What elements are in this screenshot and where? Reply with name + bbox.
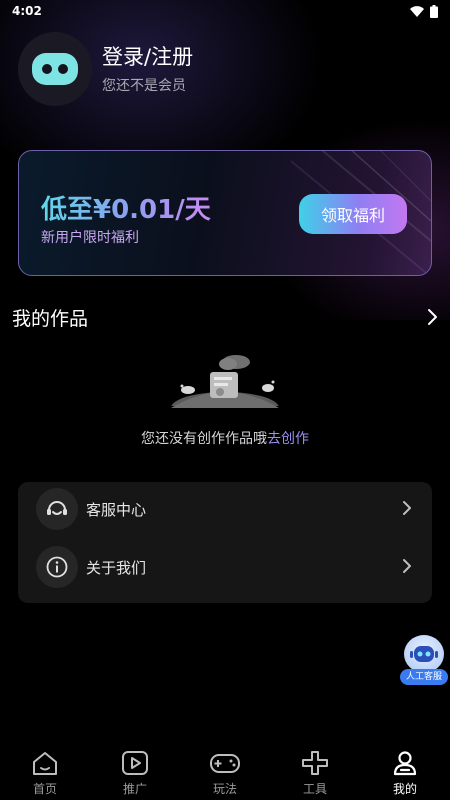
profile-text: 登录/注册 您还不是会员 — [102, 43, 193, 95]
avatar[interactable] — [18, 32, 92, 106]
home-icon — [33, 752, 57, 775]
promo-banner[interactable]: 低至¥0.01/天 新用户限时福利 领取福利 — [18, 150, 432, 276]
tab-home[interactable]: 首页 — [0, 746, 90, 800]
my-works-header[interactable]: 我的作品 — [12, 302, 438, 332]
promo-subtitle: 新用户限时福利 — [41, 230, 139, 246]
tab-promote[interactable]: 推广 — [90, 746, 180, 800]
empty-works-text: 您还没有创作作品哦 — [141, 431, 267, 447]
play-icon — [122, 751, 148, 775]
battery-icon — [430, 4, 438, 18]
tab-label-promote: 推广 — [122, 782, 147, 796]
go-create-link[interactable]: 去创作 — [267, 431, 309, 447]
bottom-tab-bar: 首页 推广 玩法 工具 我的 — [0, 746, 450, 800]
floating-customer-service-button[interactable]: 人工客服 — [400, 635, 448, 687]
wifi-icon — [410, 5, 424, 17]
promo-price: 低至¥0.01/天 — [41, 189, 211, 226]
tab-label-gameplay: 玩法 — [212, 782, 237, 796]
profile-header[interactable]: 登录/注册 您还不是会员 — [18, 32, 193, 106]
tab-gameplay[interactable]: 玩法 — [180, 746, 270, 800]
gamepad-icon — [210, 754, 240, 773]
robot-eye — [42, 64, 52, 74]
status-bar: 4:02 — [0, 0, 450, 22]
login-register-link[interactable]: 登录/注册 — [102, 43, 193, 71]
my-works-title: 我的作品 — [12, 307, 89, 330]
menu-item-customer-service[interactable]: 客服中心 — [18, 482, 432, 536]
tab-label-mine: 我的 — [392, 782, 417, 796]
chevron-right-icon — [403, 559, 411, 573]
claim-benefit-button[interactable]: 领取福利 — [299, 194, 407, 234]
tab-mine[interactable]: 我的 — [360, 746, 450, 800]
chevron-right-icon[interactable] — [426, 308, 438, 326]
chevron-right-icon — [403, 501, 411, 515]
user-icon — [393, 751, 417, 776]
menu-label-customer-service: 客服中心 — [86, 500, 147, 519]
tools-icon — [302, 751, 328, 775]
robot-eye — [58, 64, 68, 74]
menu-label-about-us: 关于我们 — [86, 558, 147, 577]
menu-card: 客服中心 关于我们 — [18, 482, 432, 603]
tab-label-tools: 工具 — [302, 782, 327, 796]
info-icon — [36, 546, 78, 588]
status-icons — [410, 4, 438, 18]
menu-item-about-us[interactable]: 关于我们 — [18, 540, 432, 594]
float-service-label: 人工客服 — [400, 669, 448, 685]
empty-works-message: 您还没有创作作品哦去创作 — [0, 428, 450, 448]
tab-tools[interactable]: 工具 — [270, 746, 360, 800]
robot-avatar-icon — [32, 53, 78, 85]
status-time: 4:02 — [12, 4, 42, 18]
empty-works-illustration — [168, 355, 282, 422]
service-robot-icon — [404, 635, 444, 673]
tab-label-home: 首页 — [32, 782, 57, 796]
membership-status: 您还不是会员 — [102, 78, 186, 94]
headset-icon — [36, 488, 78, 530]
